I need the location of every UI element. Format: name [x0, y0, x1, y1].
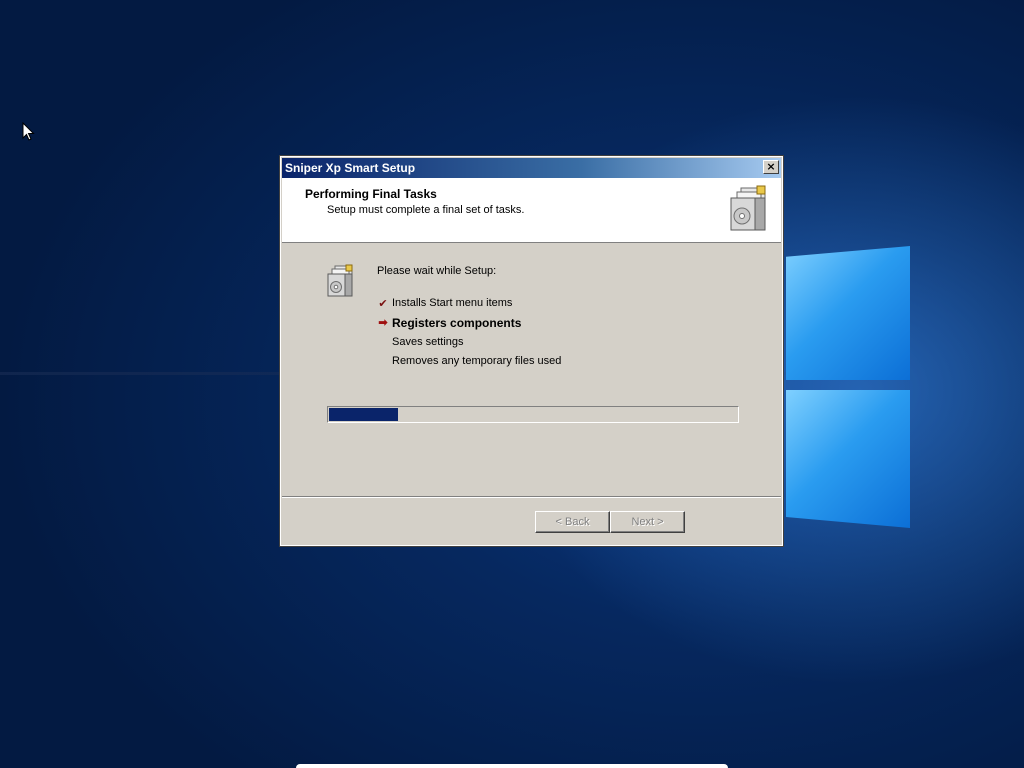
task-label: Removes any temporary files used: [392, 355, 562, 367]
desktop: Sniper Xp Smart Setup × Performing Final…: [0, 0, 1024, 768]
check-icon: ✔: [378, 298, 388, 310]
title-bar[interactable]: Sniper Xp Smart Setup: [282, 158, 781, 178]
arrow-right-icon: ➡: [378, 317, 388, 329]
back-button[interactable]: < Back: [535, 511, 610, 533]
progress-bar: [327, 406, 739, 423]
windows-logo-pane-top: [786, 246, 910, 380]
task-label: Installs Start menu items: [392, 297, 513, 309]
close-icon: ×: [766, 160, 776, 173]
header-subtitle: Setup must complete a final set of tasks…: [327, 204, 525, 216]
task-label: Registers components: [392, 316, 522, 330]
close-button[interactable]: ×: [763, 160, 779, 174]
window-title: Sniper Xp Smart Setup: [285, 161, 416, 175]
intro-text: Please wait while Setup:: [377, 265, 497, 277]
header-title: Performing Final Tasks: [305, 187, 437, 201]
progress-bar-fill: [329, 408, 398, 421]
taskbar-edge: [296, 764, 728, 768]
header-panel: Performing Final Tasks Setup must comple…: [282, 178, 781, 243]
task-label: Saves settings: [392, 336, 464, 348]
setup-dialog: Sniper Xp Smart Setup × Performing Final…: [279, 155, 784, 547]
installer-box-icon: [327, 264, 353, 297]
footer-divider-highlight: [282, 497, 781, 498]
next-button[interactable]: Next >: [610, 511, 685, 533]
mouse-pointer-icon: [22, 122, 35, 141]
installer-box-icon: [730, 185, 766, 231]
windows-logo-pane-bottom: [786, 390, 910, 528]
